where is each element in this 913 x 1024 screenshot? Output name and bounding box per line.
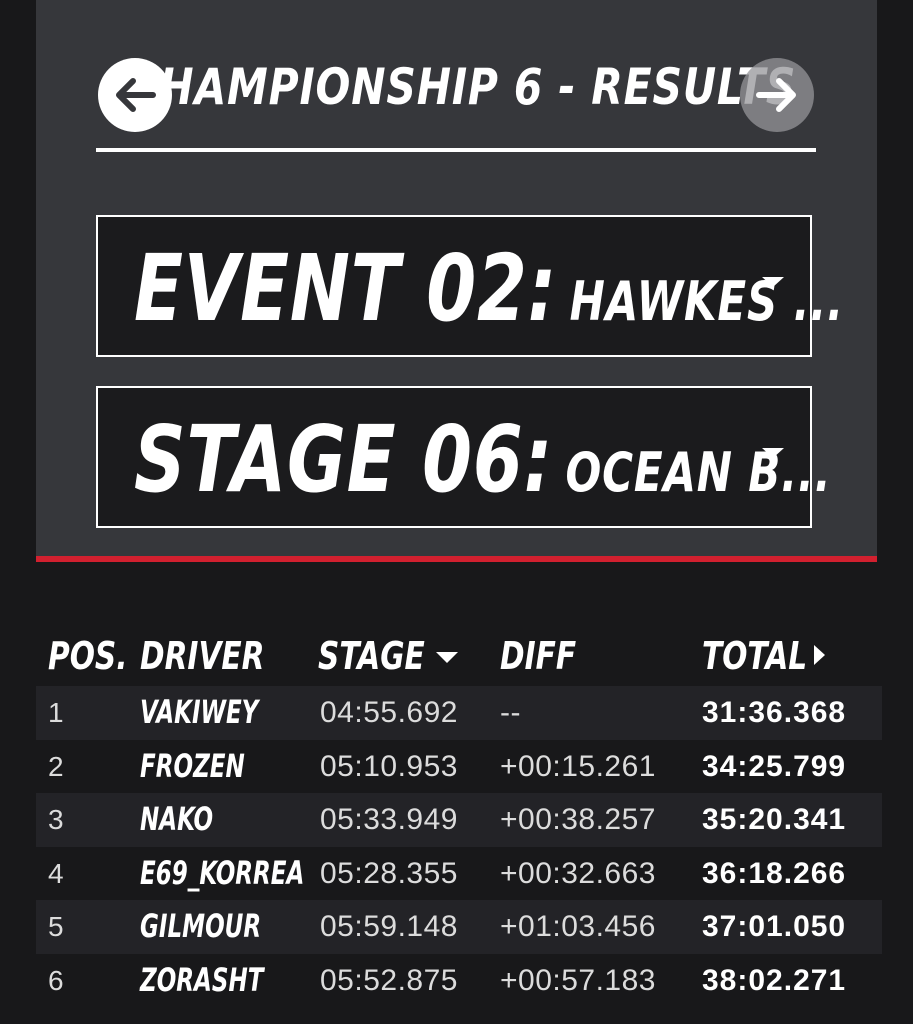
table-header: POS. DRIVER STAGE DIFF TOTAL [36, 628, 882, 686]
table-row[interactable]: 5 GILMOUR 05:59.148 +01:03.456 37:01.050 [36, 900, 882, 954]
table-row[interactable]: 4 E69_KORREA 05:28.355 +00:32.663 36:18.… [36, 847, 882, 901]
cell-driver: VAKIWEY [140, 693, 259, 731]
cell-diff: +00:15.261 [500, 749, 656, 783]
cell-pos: 6 [48, 964, 64, 996]
column-header-pos: POS. [48, 634, 128, 678]
cell-pos: 5 [48, 911, 64, 942]
cell-total: 36:18.266 [702, 856, 847, 890]
column-header-diff: DIFF [500, 634, 577, 678]
arrow-left-icon [116, 78, 156, 112]
cell-stage: 05:33.949 [320, 803, 458, 836]
cell-pos: 3 [48, 804, 64, 835]
header-divider [96, 148, 816, 152]
cell-stage: 05:10.953 [320, 749, 458, 783]
stage-label: STAGE 06: [134, 406, 554, 513]
cell-total: 37:01.050 [702, 910, 847, 943]
table-row[interactable]: 2 FROZEN 05:10.953 +00:15.261 34:25.799 [36, 740, 882, 794]
cell-driver: ZORASHT [140, 960, 264, 999]
table-row[interactable]: 1 VAKIWEY 04:55.692 -- 31:36.368 [36, 686, 882, 740]
results-table: POS. DRIVER STAGE DIFF TOTAL 1 VAKIWEY 0… [36, 628, 882, 1007]
cell-pos: 1 [48, 697, 64, 728]
cell-pos: 2 [48, 750, 64, 782]
page-title: CHAMPIONSHIP 6 - RESULTS [128, 58, 797, 116]
cell-total: 34:25.799 [702, 749, 847, 783]
cell-pos: 4 [48, 857, 64, 889]
cell-stage: 05:28.355 [320, 856, 458, 890]
cell-driver: GILMOUR [140, 907, 262, 945]
page-header: CHAMPIONSHIP 6 - RESULTS [60, 52, 820, 138]
column-header-stage[interactable]: STAGE [318, 634, 425, 678]
stage-dropdown-text: STAGE 06: OCEAN B... [134, 406, 831, 513]
cell-driver: FROZEN [140, 746, 245, 785]
cell-stage: 05:59.148 [320, 910, 458, 943]
cell-diff: +00:57.183 [500, 963, 656, 997]
cell-stage: 04:55.692 [320, 696, 458, 729]
table-row[interactable]: 6 ZORASHT 05:52.875 +00:57.183 38:02.271 [36, 954, 882, 1008]
chevron-down-icon [762, 277, 784, 287]
cell-diff: -- [500, 696, 521, 729]
column-header-total[interactable]: TOTAL [702, 634, 807, 678]
stage-dropdown[interactable]: STAGE 06: OCEAN B... [96, 386, 831, 528]
cell-diff: +00:32.663 [500, 856, 656, 890]
event-dropdown[interactable]: EVENT 02: HAWKES ... [96, 215, 843, 357]
table-row[interactable]: 3 NAKO 05:33.949 +00:38.257 35:20.341 [36, 793, 882, 847]
previous-button[interactable] [98, 58, 172, 132]
cell-total: 35:20.341 [702, 803, 847, 836]
next-button[interactable] [740, 58, 814, 132]
event-label: EVENT 02: [134, 235, 558, 342]
cell-stage: 05:52.875 [320, 963, 458, 997]
cell-diff: +01:03.456 [500, 910, 656, 943]
cell-driver: E69_KORREA [140, 853, 305, 892]
column-header-driver: DRIVER [140, 634, 265, 678]
event-value: HAWKES ... [569, 270, 844, 333]
event-dropdown-text: EVENT 02: HAWKES ... [134, 235, 844, 342]
sort-down-icon[interactable] [436, 652, 458, 663]
chevron-down-icon [762, 448, 784, 458]
cell-driver: NAKO [140, 800, 214, 838]
sort-right-icon[interactable] [814, 645, 825, 665]
accent-divider [36, 556, 877, 562]
cell-diff: +00:38.257 [500, 803, 656, 836]
stage-value: OCEAN B... [565, 441, 832, 504]
arrow-right-icon [756, 78, 796, 112]
cell-total: 31:36.368 [702, 696, 847, 729]
cell-total: 38:02.271 [702, 963, 847, 997]
